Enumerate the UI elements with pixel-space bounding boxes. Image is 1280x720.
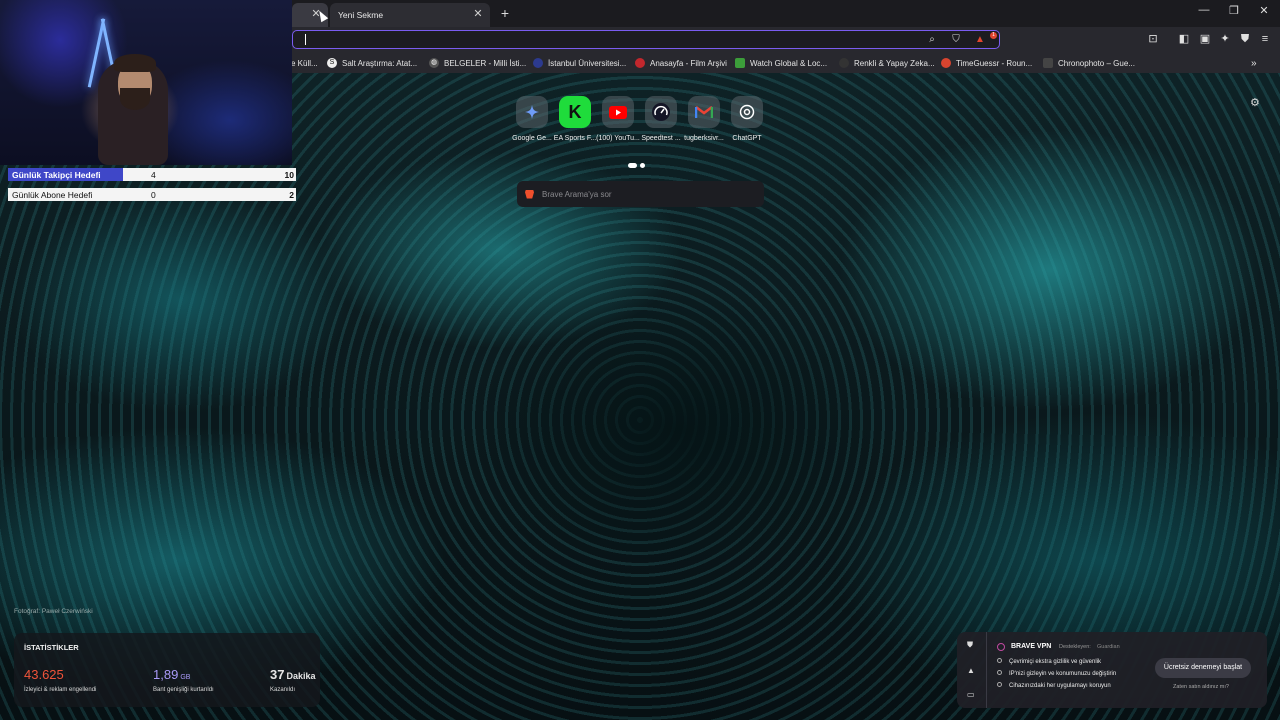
- text-caret: [305, 34, 306, 45]
- top-site-tile[interactable]: (100) YouTu...: [596, 96, 640, 154]
- vpn-feature: Çevrimiçi ekstra gizlilik ve güvenlik: [997, 658, 1101, 665]
- sidebar-icon[interactable]: ◧: [1177, 33, 1191, 46]
- goal-target: 10: [284, 169, 294, 180]
- check-icon: [997, 658, 1002, 663]
- stats-heading: İSTATİSTİKLER: [24, 643, 79, 652]
- vpn-title: BRAVE VPN: [1011, 643, 1052, 650]
- vpn-provider: Guardian: [1097, 644, 1120, 650]
- tab-new-tab[interactable]: Yeni Sekme ✕: [330, 3, 490, 27]
- bookmark-item[interactable]: Watch Global & Loc...: [735, 56, 827, 70]
- search-icon[interactable]: ⌕: [925, 33, 939, 46]
- top-site-tile[interactable]: ChatGPT: [727, 96, 767, 154]
- streamer-beard: [120, 88, 150, 110]
- bandwidth-stat: 1,89 GB Bant genişliği kurtarıldı: [153, 666, 214, 693]
- minimize-icon[interactable]: —: [1195, 4, 1213, 16]
- goal-label: Günlük Abone Hedefi: [12, 189, 93, 200]
- subscriber-goal-bar: Günlük Abone Hedefi 0 2: [8, 188, 296, 201]
- vpn-logo-icon: [997, 643, 1005, 651]
- university-icon: [533, 58, 543, 68]
- webcam-overlay: [0, 0, 292, 165]
- gmail-icon: [688, 96, 720, 128]
- salt-icon: S: [327, 58, 337, 68]
- restore-icon[interactable]: ❐: [1225, 4, 1243, 17]
- new-tab-icon[interactable]: +: [498, 5, 512, 21]
- brave-vpn-widget: ⛊ ▲ ▭ BRAVE VPN Destekleyen: Guardian Çe…: [957, 632, 1267, 708]
- start-trial-button[interactable]: Ücretsiz denemeyi başlat: [1155, 658, 1251, 678]
- check-icon: [997, 670, 1002, 675]
- chatgpt-icon: [731, 96, 763, 128]
- time-unit: Dakika: [286, 671, 316, 681]
- vpn-feature: Cihazınızdaki her uygulamayı koruyun: [997, 682, 1111, 689]
- vpn-shield-icon[interactable]: ⛊: [967, 640, 973, 650]
- talk-icon[interactable]: ▭: [967, 690, 975, 699]
- tab-label: Yeni Sekme: [338, 10, 384, 20]
- top-sites-pager: [628, 155, 648, 173]
- vpn-icon[interactable]: ⛊: [1238, 33, 1252, 46]
- brave-search-box[interactable]: Brave Arama'ya sor: [517, 181, 764, 207]
- gemini-icon: [516, 96, 548, 128]
- top-site-tile[interactable]: K EA Sports F...: [554, 96, 596, 154]
- trackers-value: 43.625: [24, 667, 64, 682]
- ea-sports-icon: K: [559, 96, 591, 128]
- ai-color-icon: [839, 58, 849, 68]
- tv-icon: [735, 58, 745, 68]
- bookmark-item[interactable]: Renkli & Yapay Zeka...: [839, 56, 935, 70]
- top-site-tile[interactable]: Speedtest ...: [641, 96, 681, 154]
- bookmark-item[interactable]: Chronophoto – Gue...: [1043, 56, 1135, 70]
- widget-switcher: ⛊ ▲ ▭: [957, 632, 987, 708]
- close-tab-icon[interactable]: ✕: [472, 8, 484, 20]
- top-site-tile[interactable]: Google Ge...: [512, 96, 552, 154]
- leo-ai-icon[interactable]: ✦: [1218, 33, 1232, 46]
- address-bar[interactable]: ⌕ ⛉ ▲: [292, 30, 1000, 49]
- shield-count-badge: 1: [990, 32, 997, 39]
- speedtest-icon: [645, 96, 677, 128]
- top-site-tile[interactable]: tugberksivr...: [684, 96, 724, 154]
- menu-icon[interactable]: ≡: [1258, 33, 1272, 46]
- goal-label: Günlük Takipçi Hedefi: [12, 169, 101, 180]
- bookmark-item[interactable]: Anasayfa - Film Arşivi: [635, 56, 727, 70]
- rewards-triangle-icon[interactable]: ▲: [967, 666, 975, 675]
- close-window-icon[interactable]: ✕: [1255, 4, 1273, 17]
- time-value: 37: [270, 667, 285, 682]
- search-placeholder: Brave Arama'ya sor: [542, 189, 612, 199]
- check-icon: [997, 682, 1002, 687]
- trackers-desc: İzleyici & reklam engellendi: [24, 687, 97, 693]
- more-bookmarks-icon[interactable]: »: [1251, 56, 1257, 70]
- bookmark-item[interactable]: İstanbul Üniversitesi...: [533, 56, 626, 70]
- brave-rewards-icon[interactable]: ▲: [973, 33, 987, 46]
- bandwidth-desc: Bant genişliği kurtarıldı: [153, 687, 214, 693]
- trackers-stat: 43.625 İzleyici & reklam engellendi: [24, 666, 96, 693]
- bookmark-item[interactable]: TimeGuessr - Roun...: [941, 56, 1032, 70]
- camera-icon: [1043, 58, 1053, 68]
- bandwidth-value: 1,89: [153, 667, 179, 682]
- vpn-feature: IP'nizi gizleyin ve konumunuzu değiştiri…: [997, 670, 1116, 677]
- already-purchased-link[interactable]: Zaten satın aldınız mı?: [1173, 684, 1229, 690]
- stats-widget: İSTATİSTİKLER 43.625 İzleyici & reklam e…: [14, 633, 320, 707]
- vpn-supported-by: Destekleyen:: [1059, 644, 1091, 650]
- bandwidth-unit: GB: [180, 674, 191, 681]
- time-stat: 37 Dakika Kazanıldı: [270, 666, 316, 693]
- tab-search-icon[interactable]: ⊡: [1146, 33, 1160, 46]
- brave-shields-icon[interactable]: ⛉: [949, 33, 963, 46]
- settings-gear-icon[interactable]: ⚙: [1250, 96, 1260, 109]
- bookmark-item[interactable]: e Küll...: [291, 56, 318, 70]
- wallet-icon[interactable]: ▣: [1198, 33, 1212, 46]
- pager-dot[interactable]: [628, 163, 637, 168]
- globe-icon: ◍: [429, 58, 439, 68]
- youtube-icon: [602, 96, 634, 128]
- goal-target: 2: [289, 189, 294, 200]
- goal-current: 4: [151, 169, 156, 180]
- goal-current: 0: [151, 189, 156, 200]
- streamer-hair: [114, 54, 156, 72]
- film-archive-icon: [635, 58, 645, 68]
- brave-logo-icon: [525, 189, 534, 199]
- pager-dot[interactable]: [640, 163, 645, 168]
- bookmark-item[interactable]: S Salt Araştırma: Atat...: [327, 56, 417, 70]
- follower-goal-bar: Günlük Takipçi Hedefi 4 10: [8, 168, 296, 181]
- time-desc: Kazanıldı: [270, 687, 296, 693]
- photo-credit[interactable]: Fotoğraf: Paweł Czerwiński: [14, 608, 93, 615]
- bookmark-item[interactable]: ◍ BELGELER - Milli İsti...: [429, 56, 526, 70]
- timeguessr-icon: [941, 58, 951, 68]
